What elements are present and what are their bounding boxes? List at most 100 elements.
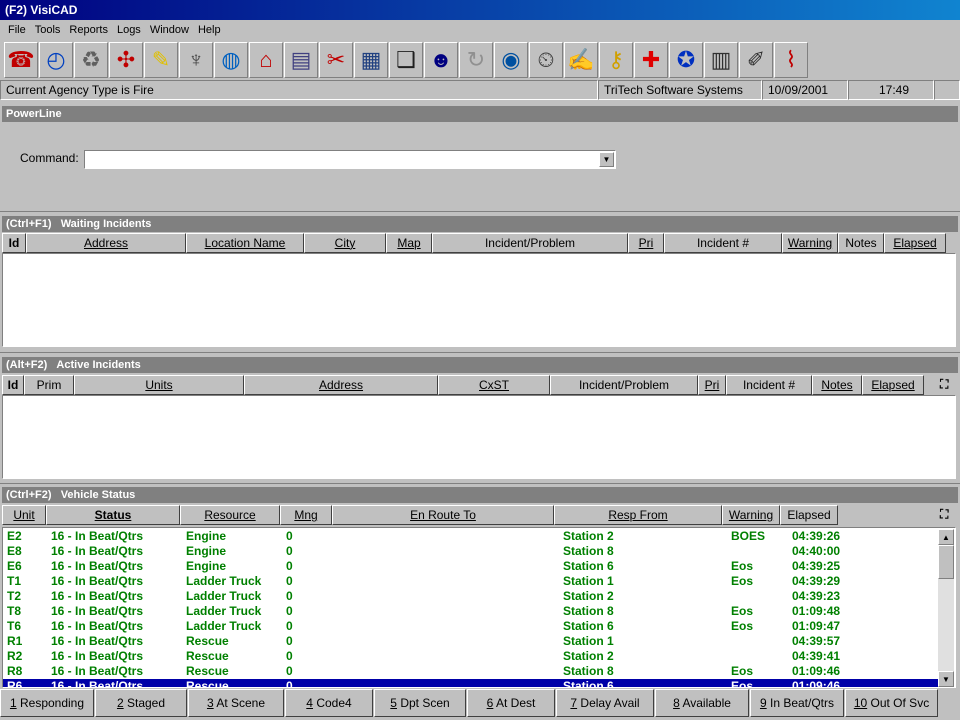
powerline-title: PowerLine [2, 106, 958, 122]
clipboard-pen-button[interactable]: ✐ [739, 42, 773, 78]
splitter[interactable] [0, 483, 960, 486]
stacked-pages-button[interactable]: ▥ [704, 42, 738, 78]
menu-window[interactable]: Window [150, 24, 189, 36]
menu-reports[interactable]: Reports [69, 24, 108, 36]
col-id[interactable]: Id [2, 375, 24, 395]
col-incident-number[interactable]: Incident # [726, 375, 812, 395]
col-unit[interactable]: Unit [2, 505, 46, 525]
fire-station-button[interactable]: ⌂ [249, 42, 283, 78]
col-notes[interactable]: Notes [838, 233, 884, 253]
col-pri[interactable]: Pri [628, 233, 664, 253]
col-status[interactable]: Status [46, 505, 180, 525]
col-prim[interactable]: Prim [24, 375, 74, 395]
fkey-5-button[interactable]: 5 Dpt Scen [374, 689, 466, 717]
scroll-down-button[interactable]: ▼ [938, 671, 954, 687]
menu-logs[interactable]: Logs [117, 24, 141, 36]
network-button[interactable]: ✣ [109, 42, 143, 78]
people-icon: ☻ [429, 47, 453, 72]
globe-button[interactable]: ◍ [214, 42, 248, 78]
vehicle-status-list[interactable]: E2 16 - In Beat/Qtrs Engine 0 Station 2 BOES 0… [2, 527, 956, 688]
vehicle-resource: Rescue [186, 664, 229, 678]
col-elapsed[interactable]: Elapsed [862, 375, 924, 395]
search-key-button[interactable]: ⚷ [599, 42, 633, 78]
clock-phone-button[interactable]: ◴ [39, 42, 73, 78]
vehicle-row[interactable]: R6 16 - In Beat/Qtrs Rescue 0 Station 6 Eos 01… [3, 679, 939, 688]
col-id[interactable]: Id [2, 233, 26, 253]
printer-button[interactable]: ▤ [284, 42, 318, 78]
scroll-up-button[interactable]: ▲ [938, 529, 954, 545]
col-location-name[interactable]: Location Name [186, 233, 304, 253]
graph-button[interactable]: ⌇ [774, 42, 808, 78]
col-warning[interactable]: Warning [722, 505, 780, 525]
people-button[interactable]: ☻ [424, 42, 458, 78]
col-cxst[interactable]: CxST [438, 375, 550, 395]
notepad-button[interactable]: ✍ [564, 42, 598, 78]
fkey-2-button[interactable]: 2 Staged [95, 689, 187, 717]
menu-help[interactable]: Help [198, 24, 221, 36]
vehicle-unit: R1 [7, 634, 23, 648]
trash-button[interactable]: ♻ [74, 42, 108, 78]
menu-tools[interactable]: Tools [35, 24, 61, 36]
waiting-incidents-list[interactable] [2, 253, 956, 347]
menu-file[interactable]: File [8, 24, 26, 36]
find-binoculars-icon[interactable]: ⛶ [940, 377, 948, 392]
fkey-6-button[interactable]: 6 At Dest [467, 689, 555, 717]
telephone-wrench-button[interactable]: ☎ [4, 42, 38, 78]
eye-button[interactable]: ◉ [494, 42, 528, 78]
resize-grip[interactable] [934, 80, 960, 100]
col-elapsed[interactable]: Elapsed [884, 233, 946, 253]
col-incident-problem[interactable]: Incident/Problem [550, 375, 698, 395]
fkey-9-button[interactable]: 9 In Beat/Qtrs [750, 689, 844, 717]
col-incident-problem[interactable]: Incident/Problem [432, 233, 628, 253]
splitter[interactable] [0, 211, 960, 214]
book-button[interactable]: ❑ [389, 42, 423, 78]
vehicle-row[interactable]: E8 16 - In Beat/Qtrs Engine 0 Station 8 04:40… [3, 544, 939, 559]
command-dropdown-button[interactable]: ▼ [599, 152, 614, 167]
scroll-thumb[interactable] [938, 545, 954, 579]
fkey-4-button[interactable]: 4 Code4 [285, 689, 373, 717]
vehicle-row[interactable]: E2 16 - In Beat/Qtrs Engine 0 Station 2 BOES 0… [3, 529, 939, 544]
vehicle-mng: 0 [286, 679, 293, 688]
col-units[interactable]: Units [74, 375, 244, 395]
vehicle-row[interactable]: T2 16 - In Beat/Qtrs Ladder Truck 0 Station … [3, 589, 939, 604]
vehicle-row[interactable]: E6 16 - In Beat/Qtrs Engine 0 Station 6 Eos 04… [3, 559, 939, 574]
report-button[interactable]: ▦ [354, 42, 388, 78]
col-resp-from[interactable]: Resp From [554, 505, 722, 525]
col-en-route-to[interactable]: En Route To [332, 505, 554, 525]
col-address[interactable]: Address [244, 375, 438, 395]
col-resource[interactable]: Resource [180, 505, 280, 525]
active-incidents-list[interactable] [2, 395, 956, 479]
vehicle-row[interactable]: T1 16 - In Beat/Qtrs Ladder Truck 0 Station … [3, 574, 939, 589]
fkey-7-button[interactable]: 7 Delay Avail [556, 689, 654, 717]
fkey-3-button[interactable]: 3 At Scene [188, 689, 284, 717]
col-address[interactable]: Address [26, 233, 186, 253]
recycle-button[interactable]: ↻ [459, 42, 493, 78]
vehicle-row[interactable]: T8 16 - In Beat/Qtrs Ladder Truck 0 Station … [3, 604, 939, 619]
vehicle-row[interactable]: R8 16 - In Beat/Qtrs Rescue 0 Station 8 Eos 01… [3, 664, 939, 679]
find-binoculars-icon[interactable]: ⛶ [940, 507, 948, 522]
vehicle-scrollbar[interactable]: ▲ ▼ [938, 529, 954, 687]
col-warning[interactable]: Warning [782, 233, 838, 253]
red-cross-button[interactable]: ✚ [634, 42, 668, 78]
vehicle-row[interactable]: T6 16 - In Beat/Qtrs Ladder Truck 0 Station … [3, 619, 939, 634]
highlighter-button[interactable]: ✎ [144, 42, 178, 78]
police-badge-button[interactable]: ✪ [669, 42, 703, 78]
col-mng[interactable]: Mng [280, 505, 332, 525]
col-elapsed[interactable]: Elapsed [780, 505, 838, 525]
col-city[interactable]: City [304, 233, 386, 253]
col-pri[interactable]: Pri [698, 375, 726, 395]
vehicle-row[interactable]: R2 16 - In Beat/Qtrs Rescue 0 Station 2 04:39… [3, 649, 939, 664]
fkey-1-button[interactable]: 1 Responding [0, 689, 94, 717]
col-incident-number[interactable]: Incident # [664, 233, 782, 253]
col-map[interactable]: Map [386, 233, 432, 253]
tools-button[interactable]: ✂ [319, 42, 353, 78]
radio-tower-button[interactable]: ♆ [179, 42, 213, 78]
alarm-clock-button[interactable]: ⏲ [529, 42, 563, 78]
active-incidents-title: (Alt+F2) Active Incidents [2, 357, 958, 373]
splitter[interactable] [0, 352, 960, 355]
vehicle-row[interactable]: R1 16 - In Beat/Qtrs Rescue 0 Station 1 04:39… [3, 634, 939, 649]
col-notes[interactable]: Notes [812, 375, 862, 395]
fkey-10-button[interactable]: 10 Out Of Svc [845, 689, 938, 717]
fkey-8-button[interactable]: 8 Available [655, 689, 749, 717]
command-input[interactable]: ▼ [84, 150, 616, 169]
